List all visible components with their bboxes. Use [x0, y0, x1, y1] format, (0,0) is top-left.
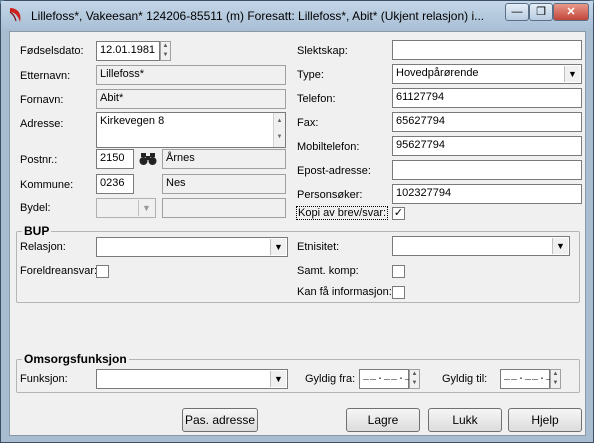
maximize-button[interactable]: ❐	[529, 3, 553, 21]
relasjon-dropdown[interactable]: ▼	[96, 237, 288, 257]
minimize-button[interactable]: —	[505, 3, 529, 21]
dialog-window: Lillefoss*, Vakeesan* 124206-85511 (m) F…	[0, 0, 594, 443]
kan-fa-info-checkbox[interactable]	[392, 286, 405, 299]
poststed-field: Årnes	[162, 149, 286, 169]
telefon-label: Telefon:	[297, 93, 336, 105]
hjelp-button[interactable]: Hjelp	[508, 408, 582, 432]
gyldig-fra-label: Gyldig fra:	[305, 373, 356, 385]
fodselsdato-label: Fødselsdato:	[20, 45, 84, 57]
fax-field[interactable]: 65627794	[392, 112, 582, 132]
gyldig-til-label: Gyldig til:	[442, 373, 488, 385]
bup-group-title: BUP	[22, 224, 52, 238]
type-label: Type:	[297, 69, 324, 81]
kommune-name-field: Nes	[162, 174, 286, 194]
kommune-label: Kommune:	[20, 179, 74, 191]
foreldreansvar-checkbox[interactable]	[96, 265, 109, 278]
fax-label: Fax:	[297, 117, 319, 129]
personsoker-label: Personsøker:	[297, 189, 363, 201]
epost-label: Epost-adresse:	[297, 165, 371, 177]
telefon-field[interactable]: 61127794	[392, 88, 582, 108]
personsoker-field[interactable]: 102327794	[392, 184, 582, 204]
samt-komp-checkbox[interactable]	[392, 265, 405, 278]
type-dropdown[interactable]: Hovedpårørende ▼	[392, 64, 582, 84]
bydel-label: Bydel:	[20, 202, 51, 214]
gyldig-til-field[interactable]: __.__.__	[500, 369, 559, 389]
fodselsdato-field[interactable]: 12.01.1981	[96, 41, 160, 61]
bydel-name-field	[162, 198, 286, 218]
chevron-down-icon: ▼	[270, 371, 286, 387]
etnisitet-label: Etnisitet:	[297, 241, 340, 253]
app-logo-icon	[9, 8, 21, 22]
kopi-label[interactable]: Kopi av brev/svar:	[296, 206, 389, 220]
omsorg-group-title: Omsorgsfunksjon	[22, 352, 129, 366]
gyldig-fra-field[interactable]: __.__.__	[359, 369, 418, 389]
mobiltelefon-field[interactable]: 95627794	[392, 136, 582, 156]
fodselsdato-spinner[interactable]: ▲ ▼	[160, 41, 171, 61]
etnisitet-dropdown[interactable]: ▼	[392, 236, 570, 256]
slektskap-label: Slektskap:	[297, 45, 348, 57]
lukk-button[interactable]: Lukk	[428, 408, 502, 432]
type-value: Hovedpårørende	[396, 67, 479, 79]
adresse-scrollbar[interactable]: ▲ ▼	[273, 113, 285, 147]
window-title: Lillefoss*, Vakeesan* 124206-85511 (m) F…	[31, 9, 485, 23]
bydel-dropdown[interactable]: ▼	[96, 198, 156, 218]
etternavn-field[interactable]: Lillefoss*	[96, 65, 286, 85]
chevron-down-icon: ▼	[138, 200, 154, 216]
binoculars-icon[interactable]	[139, 151, 157, 167]
funksjon-dropdown[interactable]: ▼	[96, 369, 288, 389]
gyldig-fra-spinner[interactable]: ▲ ▼	[409, 369, 420, 389]
gyldig-til-spinner[interactable]: ▲ ▼	[550, 369, 561, 389]
mobiltelefon-label: Mobiltelefon:	[297, 141, 360, 153]
samt-komp-label: Samt. komp:	[297, 265, 359, 277]
lagre-button[interactable]: Lagre	[346, 408, 420, 432]
adresse-label: Adresse:	[20, 118, 64, 130]
title-bar[interactable]: Lillefoss*, Vakeesan* 124206-85511 (m) F…	[1, 1, 593, 29]
postnr-label: Postnr.:	[20, 154, 58, 166]
relasjon-label: Relasjon:	[20, 241, 66, 253]
kommune-field[interactable]: 0236	[96, 174, 134, 194]
adresse-field[interactable]: Kirkevegen 8 ▲ ▼	[96, 112, 286, 148]
dialog-client-area: Fødselsdato: 12.01.1981 ▲ ▼ Etternavn: Li…	[9, 31, 586, 436]
fornavn-field[interactable]: Abit*	[96, 89, 286, 109]
chevron-down-icon: ▼	[552, 238, 568, 254]
close-button[interactable]: ✕	[553, 3, 589, 21]
etternavn-label: Etternavn:	[20, 70, 71, 82]
slektskap-field[interactable]	[392, 40, 582, 60]
kopi-checkbox[interactable]: ✓	[392, 207, 405, 220]
foreldreansvar-label: Foreldreansvar:	[20, 265, 98, 277]
postnr-field[interactable]: 2150	[96, 149, 134, 169]
pas-adresse-button[interactable]: Pas. adresse	[182, 408, 258, 432]
chevron-down-icon: ▼	[270, 239, 286, 255]
chevron-down-icon: ▼	[564, 66, 580, 82]
fornavn-label: Fornavn:	[20, 94, 64, 106]
adresse-value: Kirkevegen 8	[100, 115, 165, 127]
epost-field[interactable]	[392, 160, 582, 180]
kan-fa-info-label: Kan få informasjon:	[297, 286, 392, 298]
funksjon-label: Funksjon:	[20, 373, 68, 385]
checkmark-icon: ✓	[393, 207, 404, 219]
